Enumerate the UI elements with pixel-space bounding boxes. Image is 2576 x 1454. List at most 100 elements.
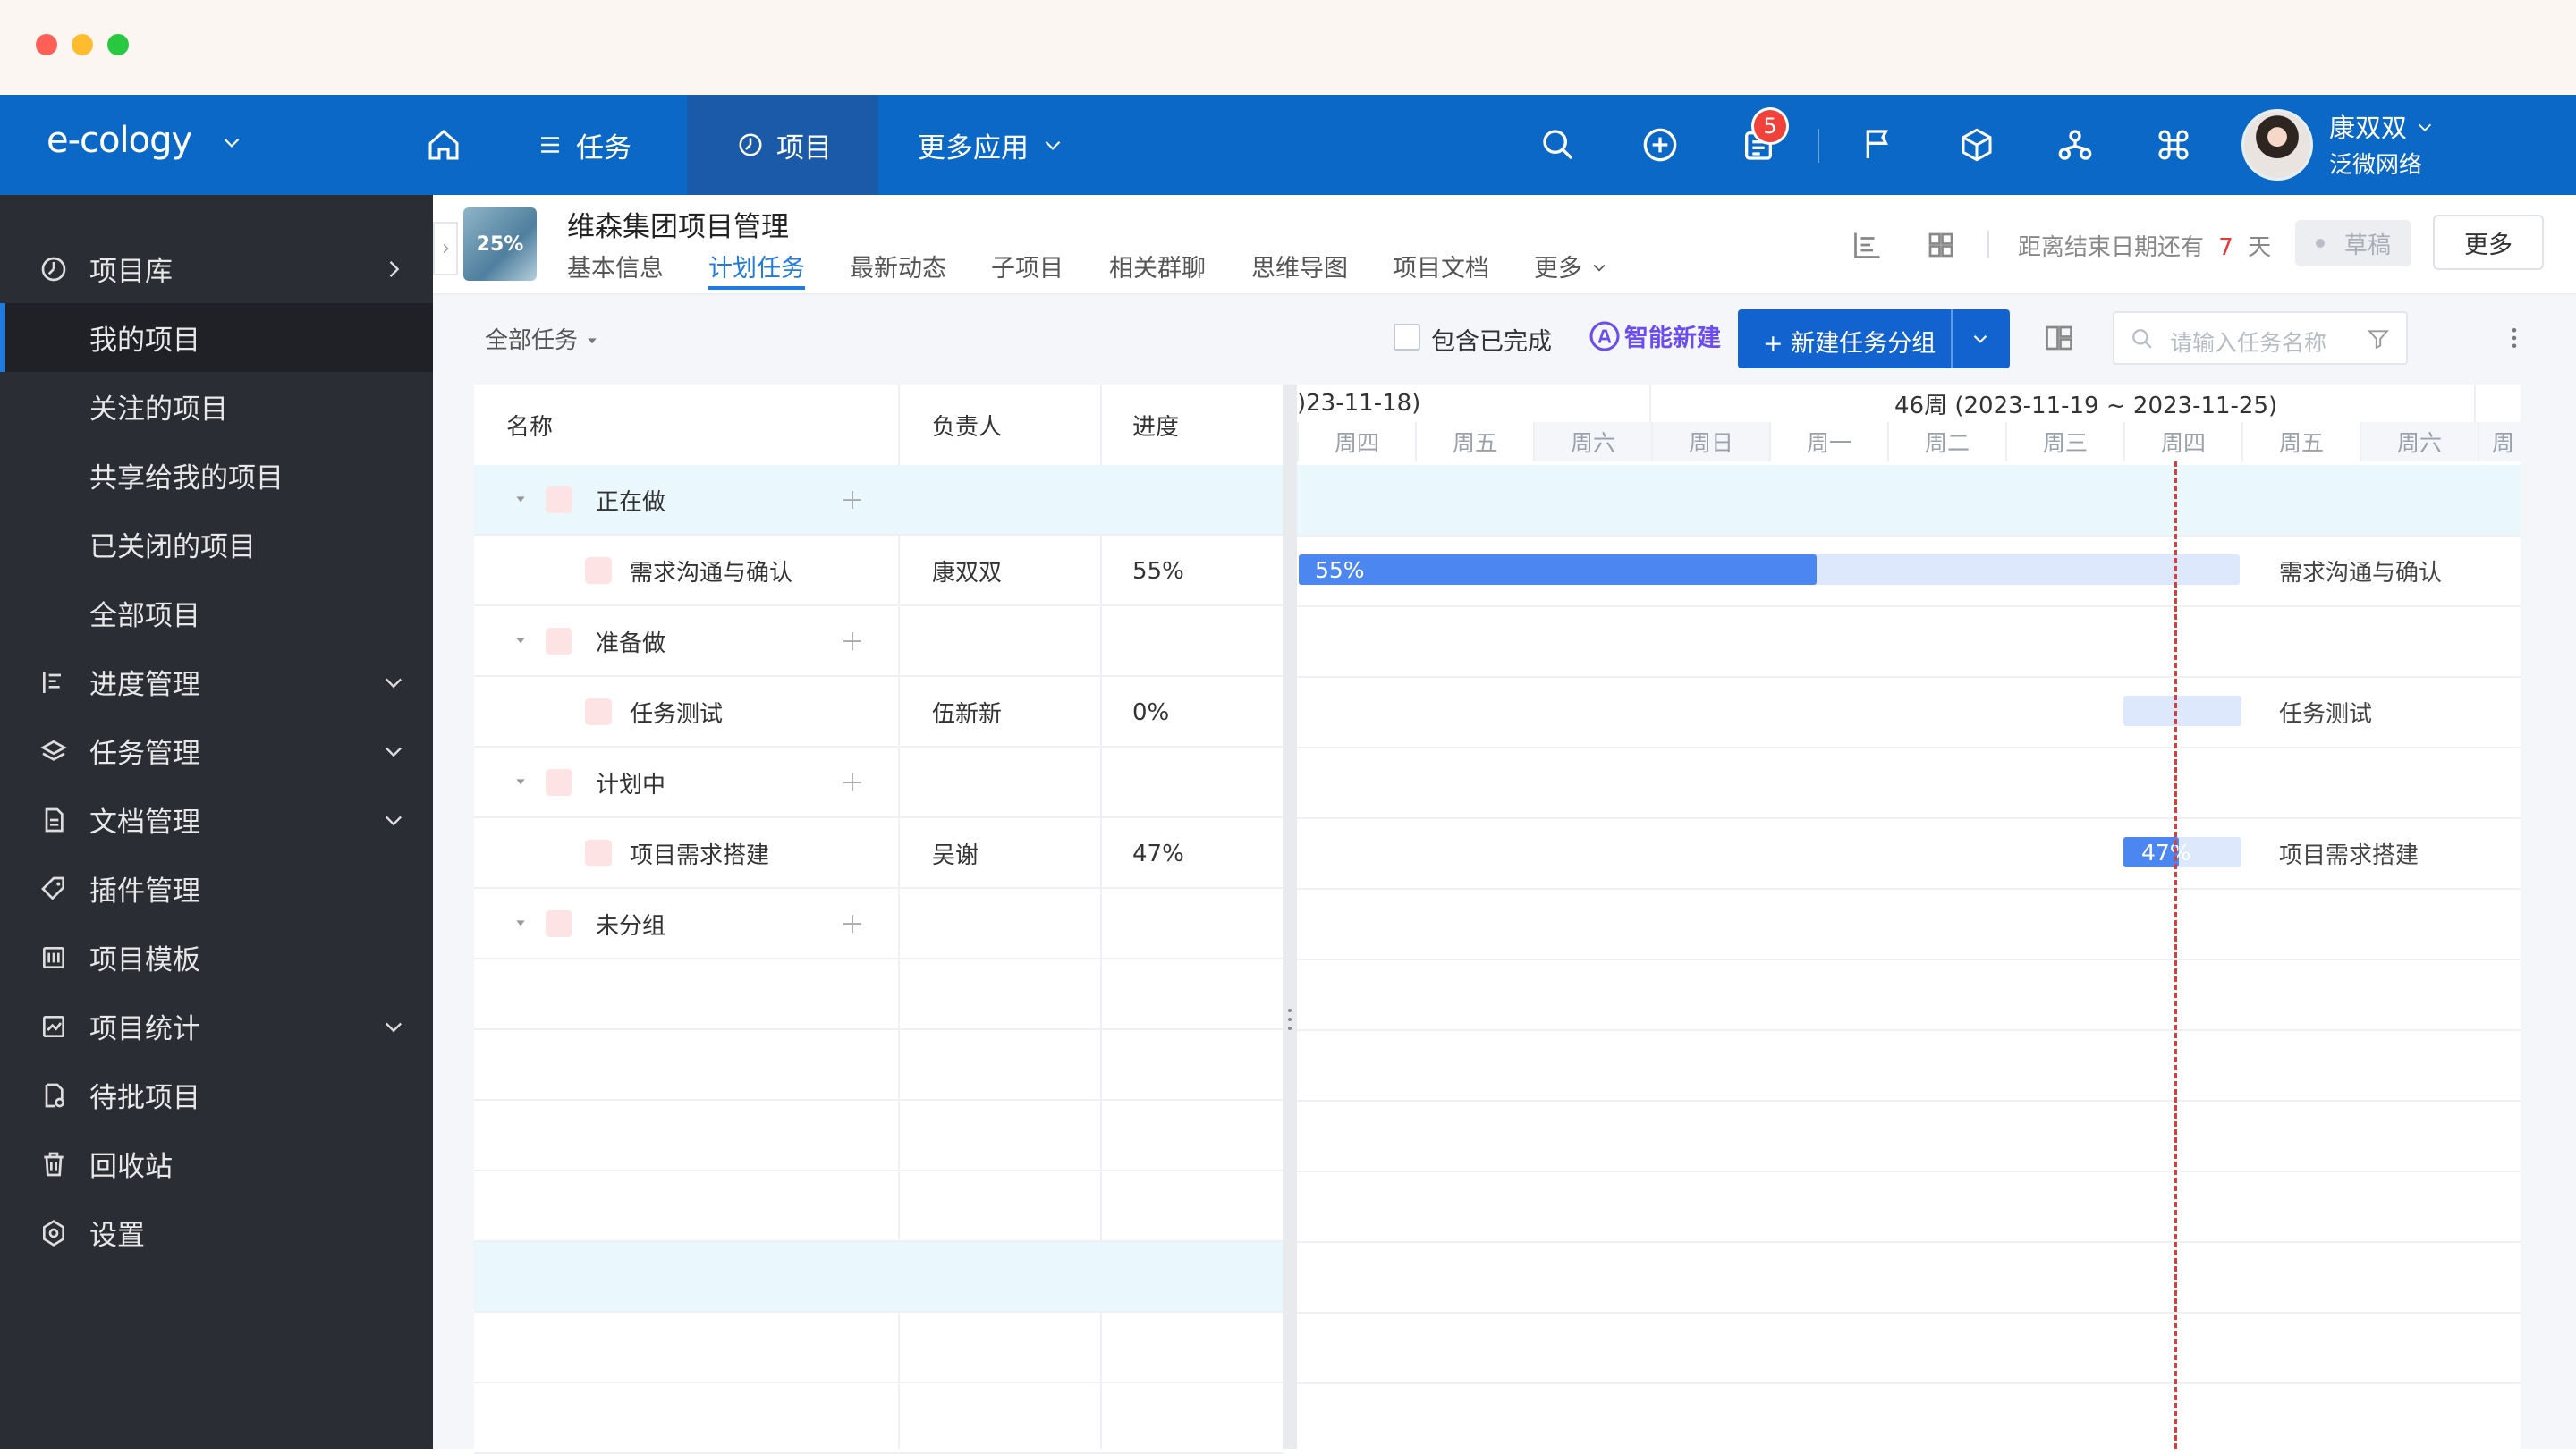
- tab-project-docs[interactable]: 项目文档: [1393, 249, 1489, 283]
- new-task-group-label: + 新建任务分组: [1763, 330, 1936, 358]
- sidebar-item-label: 项目模板: [89, 944, 200, 976]
- org-chart-icon[interactable]: [2057, 127, 2093, 163]
- add-icon[interactable]: [839, 628, 866, 655]
- task-row[interactable]: 需求沟通与确认 康双双 55%: [474, 536, 1283, 606]
- caret-down-icon[interactable]: [513, 492, 528, 506]
- gantt-day: 周六: [1533, 422, 1651, 461]
- group-icon: [546, 628, 572, 655]
- pane-splitter[interactable]: [1283, 385, 1297, 1449]
- maximize-window-button[interactable]: [107, 34, 129, 55]
- tab-basic-info[interactable]: 基本信息: [567, 249, 664, 283]
- task-search-input[interactable]: 请输入任务名称: [2113, 311, 2408, 365]
- cube-icon[interactable]: [1959, 127, 1995, 163]
- sidebar-item-project-library[interactable]: 项目库: [0, 234, 433, 303]
- sidebar-item-label: 任务管理: [89, 738, 200, 770]
- add-icon[interactable]: [839, 769, 866, 796]
- chevron-down-icon: [386, 678, 402, 688]
- project-icon: [739, 133, 762, 156]
- home-icon[interactable]: [426, 127, 462, 163]
- template-icon: [43, 946, 64, 968]
- command-icon[interactable]: [2156, 127, 2191, 163]
- caret-down-icon[interactable]: [513, 774, 528, 789]
- tab-latest-activity[interactable]: 最新动态: [850, 249, 946, 283]
- task-filter-dropdown[interactable]: 全部任务: [485, 322, 599, 355]
- sidebar-item-my-projects[interactable]: 我的项目: [0, 303, 433, 372]
- gantt-day: 周四: [1297, 422, 1415, 461]
- tab-planned-tasks[interactable]: 计划任务: [708, 249, 805, 283]
- sidebar-item-documents[interactable]: 文档管理: [0, 785, 433, 854]
- collapse-sidebar-button[interactable]: [433, 222, 458, 275]
- search-icon: [2132, 329, 2152, 349]
- grid-view-icon[interactable]: [1925, 229, 1957, 261]
- sidebar-item-tasks[interactable]: 任务管理: [0, 716, 433, 785]
- user-avatar[interactable]: [2241, 109, 2313, 181]
- minimize-window-button[interactable]: [72, 34, 93, 55]
- nav-more-apps[interactable]: 更多应用: [918, 95, 1088, 195]
- status-badge[interactable]: 草稿: [2295, 220, 2411, 266]
- sidebar-item-closed-projects[interactable]: 已关闭的项目: [0, 510, 433, 579]
- sidebar-item-settings[interactable]: 设置: [0, 1198, 433, 1267]
- new-task-group-button[interactable]: + 新建任务分组: [1738, 309, 2010, 368]
- gantt-day: 周六: [2360, 422, 2478, 461]
- more-options-icon[interactable]: [2501, 322, 2528, 354]
- task-name[interactable]: 项目需求搭建: [630, 818, 769, 889]
- group-row[interactable]: 准备做: [474, 606, 1283, 677]
- gantt-view-icon[interactable]: [1852, 229, 1884, 261]
- sidebar-item-followed-projects[interactable]: 关注的项目: [0, 372, 433, 441]
- gantt-icon: [43, 671, 61, 693]
- caret-down-icon[interactable]: [513, 916, 528, 930]
- add-icon[interactable]: [839, 486, 866, 513]
- empty-row: [474, 1313, 1283, 1383]
- gantt-week-current: 46周 (2023-11-19 ~ 2023-11-25): [1894, 392, 2278, 419]
- more-button[interactable]: 更多: [2433, 215, 2544, 270]
- sidebar-item-label: 插件管理: [89, 875, 200, 908]
- add-circle-icon[interactable]: [1642, 127, 1678, 163]
- group-row[interactable]: 未分组: [474, 889, 1283, 959]
- group-icon: [546, 486, 572, 513]
- layers-icon: [40, 740, 67, 761]
- ai-new-button[interactable]: 智能新建: [1589, 318, 1721, 353]
- task-name[interactable]: 需求沟通与确认: [630, 536, 792, 606]
- add-icon[interactable]: [839, 910, 866, 937]
- chevron-down-icon[interactable]: [220, 131, 243, 154]
- sidebar-item-progress[interactable]: 进度管理: [0, 647, 433, 716]
- user-name-area[interactable]: 康双双: [2329, 107, 2435, 145]
- sidebar-item-statistics[interactable]: 项目统计: [0, 992, 433, 1061]
- include-done-checkbox[interactable]: [1394, 324, 1420, 351]
- flag-icon[interactable]: [1860, 127, 1896, 163]
- sidebar-item-label: 文档管理: [89, 807, 200, 839]
- nav-projects[interactable]: 项目: [687, 95, 878, 195]
- nav-tasks[interactable]: 任务: [537, 95, 671, 195]
- group-row[interactable]: 正在做: [474, 465, 1283, 536]
- sidebar-item-templates[interactable]: 项目模板: [0, 923, 433, 992]
- group-row[interactable]: 计划中: [474, 748, 1283, 818]
- tab-more[interactable]: 更多: [1534, 249, 1608, 283]
- caret-down-icon: [588, 338, 597, 344]
- close-window-button[interactable]: [36, 34, 57, 55]
- sidebar-item-label: 项目统计: [89, 1013, 200, 1045]
- filter-icon[interactable]: [2367, 327, 2390, 351]
- gantt-bar[interactable]: [2123, 696, 2241, 726]
- approval-icon: [45, 1083, 64, 1107]
- task-name[interactable]: 任务测试: [630, 677, 723, 748]
- task-filter-label: 全部任务: [485, 327, 579, 354]
- sidebar-item-pending-approval[interactable]: 待批项目: [0, 1061, 433, 1129]
- sidebar-item-label: 全部项目: [89, 600, 200, 632]
- task-row[interactable]: 项目需求搭建 吴谢 47%: [474, 818, 1283, 889]
- sidebar-item-shared-projects[interactable]: 共享给我的项目: [0, 441, 433, 510]
- tab-related-groups[interactable]: 相关群聊: [1109, 249, 1206, 283]
- project-thumbnail[interactable]: 25%: [463, 207, 537, 281]
- tab-subprojects[interactable]: 子项目: [991, 249, 1063, 283]
- sidebar-item-all-projects[interactable]: 全部项目: [0, 579, 433, 647]
- app-logo[interactable]: e-cology: [47, 120, 243, 161]
- empty-row: [474, 1030, 1283, 1101]
- search-icon[interactable]: [1540, 127, 1576, 163]
- task-row[interactable]: 任务测试 伍新新 0%: [474, 677, 1283, 748]
- layout-icon[interactable]: [2043, 322, 2075, 354]
- chevron-down-icon: [386, 816, 402, 825]
- tab-mind-map[interactable]: 思维导图: [1251, 249, 1348, 283]
- sidebar-item-recycle-bin[interactable]: 回收站: [0, 1129, 433, 1198]
- caret-down-icon[interactable]: [513, 633, 528, 647]
- sidebar-item-plugins[interactable]: 插件管理: [0, 854, 433, 923]
- chevron-down-icon[interactable]: [1969, 327, 1992, 351]
